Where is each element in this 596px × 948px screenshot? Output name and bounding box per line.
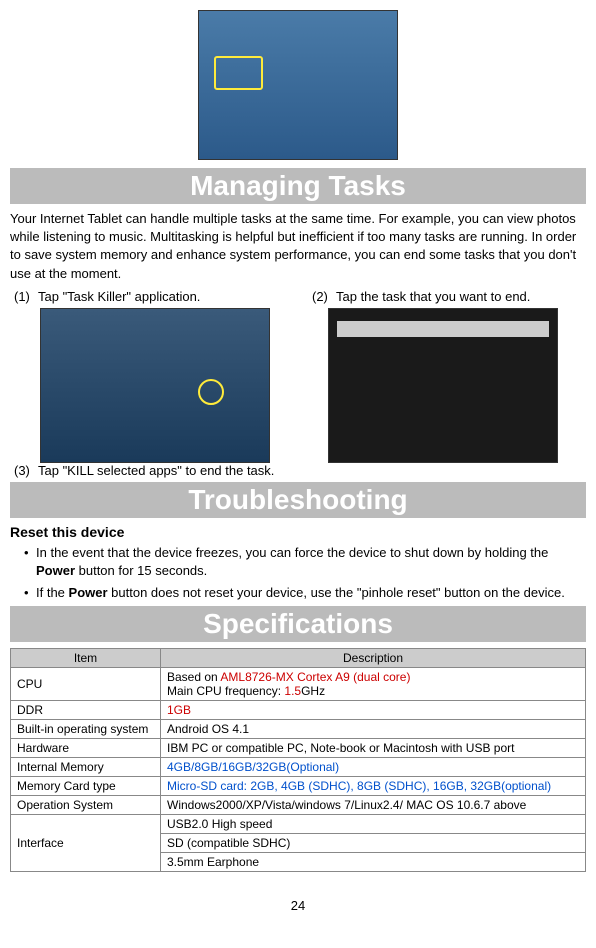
- reset-bullet-1: In the event that the device freezes, yo…: [10, 544, 586, 580]
- row-im-item: Internal Memory: [11, 758, 161, 777]
- row-ddr-desc: 1GB: [161, 701, 586, 720]
- step-3-num: (3): [14, 463, 38, 478]
- row-osys-item: Operation System: [11, 796, 161, 815]
- heading-managing-tasks: Managing Tasks: [10, 168, 586, 204]
- screenshot-desktop: [198, 10, 398, 160]
- reset-bullet-2: If the Power button does not reset your …: [10, 584, 586, 602]
- row-mc-desc: Micro-SD card: 2GB, 4GB (SDHC), 8GB (SDH…: [161, 777, 586, 796]
- step-1: (1)Tap "Task Killer" application.: [10, 289, 288, 463]
- row-cpu-item: CPU: [11, 668, 161, 701]
- step-2-num: (2): [312, 289, 336, 304]
- heading-troubleshooting: Troubleshooting: [10, 482, 586, 518]
- row-os-item: Built-in operating system: [11, 720, 161, 739]
- specs-table: Item Description CPU Based on AML8726-MX…: [10, 648, 586, 872]
- reset-heading: Reset this device: [10, 524, 586, 540]
- row-mc-item: Memory Card type: [11, 777, 161, 796]
- intro-text: Your Internet Tablet can handle multiple…: [10, 210, 586, 283]
- row-iface-desc-2: SD (compatible SDHC): [161, 834, 586, 853]
- heading-specifications: Specifications: [10, 606, 586, 642]
- th-item: Item: [11, 649, 161, 668]
- row-iface-desc-1: USB2.0 High speed: [161, 815, 586, 834]
- step-2-text: Tap the task that you want to end.: [336, 289, 530, 304]
- step-3: (3)Tap "KILL selected apps" to end the t…: [10, 463, 586, 478]
- row-iface-item: Interface: [11, 815, 161, 872]
- step-1-num: (1): [14, 289, 38, 304]
- row-osys-desc: Windows2000/XP/Vista/windows 7/Linux2.4/…: [161, 796, 586, 815]
- step-2: (2)Tap the task that you want to end.: [308, 289, 586, 463]
- steps-row: (1)Tap "Task Killer" application. (2)Tap…: [10, 289, 586, 463]
- screenshot-kill-selected: [328, 308, 558, 463]
- row-cpu-desc: Based on AML8726-MX Cortex A9 (dual core…: [161, 668, 586, 701]
- row-iface-desc-3: 3.5mm Earphone: [161, 853, 586, 872]
- page-number: 24: [10, 898, 586, 913]
- step-1-text: Tap "Task Killer" application.: [38, 289, 200, 304]
- step-3-text: Tap "KILL selected apps" to end the task…: [38, 463, 274, 478]
- screenshot-task-killer: [40, 308, 270, 463]
- row-im-desc: 4GB/8GB/16GB/32GB(Optional): [161, 758, 586, 777]
- row-ddr-item: DDR: [11, 701, 161, 720]
- row-hw-desc: IBM PC or compatible PC, Note-book or Ma…: [161, 739, 586, 758]
- row-hw-item: Hardware: [11, 739, 161, 758]
- row-os-desc: Android OS 4.1: [161, 720, 586, 739]
- th-desc: Description: [161, 649, 586, 668]
